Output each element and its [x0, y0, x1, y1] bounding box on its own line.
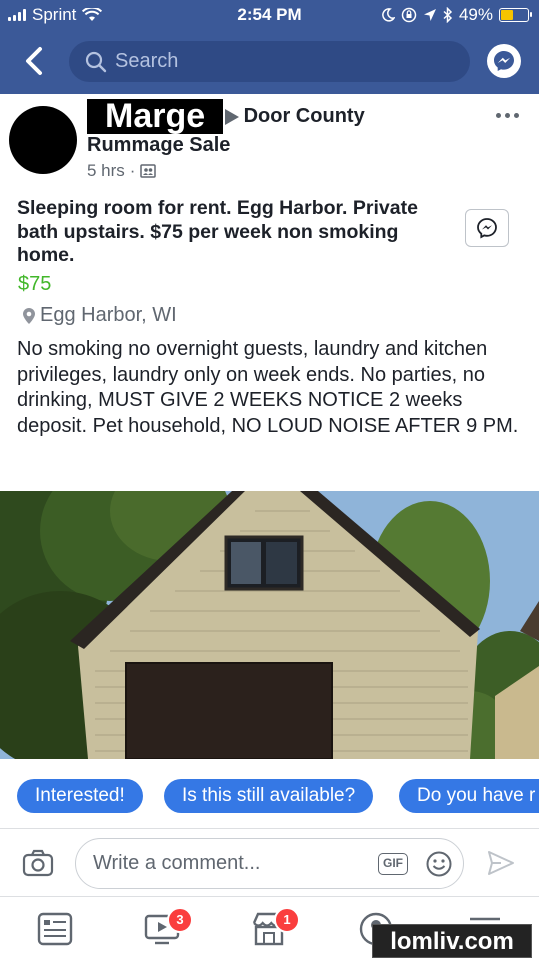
battery-percent: 49% — [458, 5, 493, 24]
back-button[interactable] — [20, 44, 50, 78]
messenger-icon — [477, 218, 497, 239]
bluetooth-icon — [443, 7, 453, 23]
tab-news-feed-icon[interactable] — [36, 911, 74, 947]
listing-description: No smoking no overnight guests, laundry … — [17, 338, 519, 437]
chevron-left-icon — [26, 47, 42, 75]
group-name-line2[interactable]: Rummage Sale — [87, 134, 497, 157]
divider — [0, 828, 539, 829]
video-badge: 3 — [167, 907, 193, 933]
group-privacy-icon — [140, 164, 157, 178]
group-name-line1[interactable]: Door County — [244, 105, 365, 127]
comment-placeholder: Write a comment... — [93, 852, 261, 874]
listing-price: $75 — [18, 273, 52, 295]
rotation-lock-icon — [401, 7, 417, 23]
emoji-icon[interactable] — [426, 851, 452, 877]
location-arrow-icon — [423, 9, 436, 21]
meta-separator: · — [129, 161, 136, 180]
chip-interested[interactable]: Interested! — [17, 779, 143, 813]
arrow-right-icon — [225, 108, 240, 125]
comment-input[interactable]: Write a comment... GIF — [75, 838, 464, 889]
messenger-button[interactable] — [487, 44, 521, 78]
watermark: lomliv.com — [372, 924, 532, 958]
battery-icon — [499, 8, 532, 22]
search-bar[interactable]: Search — [69, 41, 470, 82]
search-icon — [85, 51, 107, 72]
search-placeholder: Search — [115, 50, 179, 72]
marketplace-badge: 1 — [274, 907, 300, 933]
post-time[interactable]: 5 hrs — [87, 161, 125, 181]
listing-location: Egg Harbor, WI — [22, 304, 177, 327]
chip-do-you-have[interactable]: Do you have r — [399, 779, 539, 813]
gif-button[interactable]: GIF — [378, 853, 408, 875]
author-avatar[interactable] — [9, 106, 77, 174]
post-header: Marge Door County Rummage Sale 5 hrs · — [87, 99, 497, 181]
listing-title: Sleeping room for rent. Egg Harbor. Priv… — [17, 197, 418, 266]
message-seller-button[interactable] — [465, 209, 509, 247]
camera-icon[interactable] — [22, 849, 54, 877]
messenger-icon — [494, 51, 514, 71]
location-text: Egg Harbor, WI — [40, 304, 177, 326]
author-name[interactable]: Marge — [87, 99, 224, 134]
send-icon[interactable] — [487, 849, 515, 877]
more-options-icon[interactable] — [496, 113, 519, 118]
moon-icon — [382, 8, 395, 22]
listing-photo[interactable] — [0, 491, 539, 759]
status-bar: Sprint 2:54 PM 49% — [0, 0, 539, 30]
top-bar: Sprint 2:54 PM 49% Search — [0, 0, 539, 94]
quick-reply-row: Interested! Is this still available? Do … — [0, 779, 539, 813]
chip-still-available[interactable]: Is this still available? — [164, 779, 374, 813]
garage-photo-image — [0, 491, 539, 759]
location-pin-icon — [23, 307, 35, 324]
